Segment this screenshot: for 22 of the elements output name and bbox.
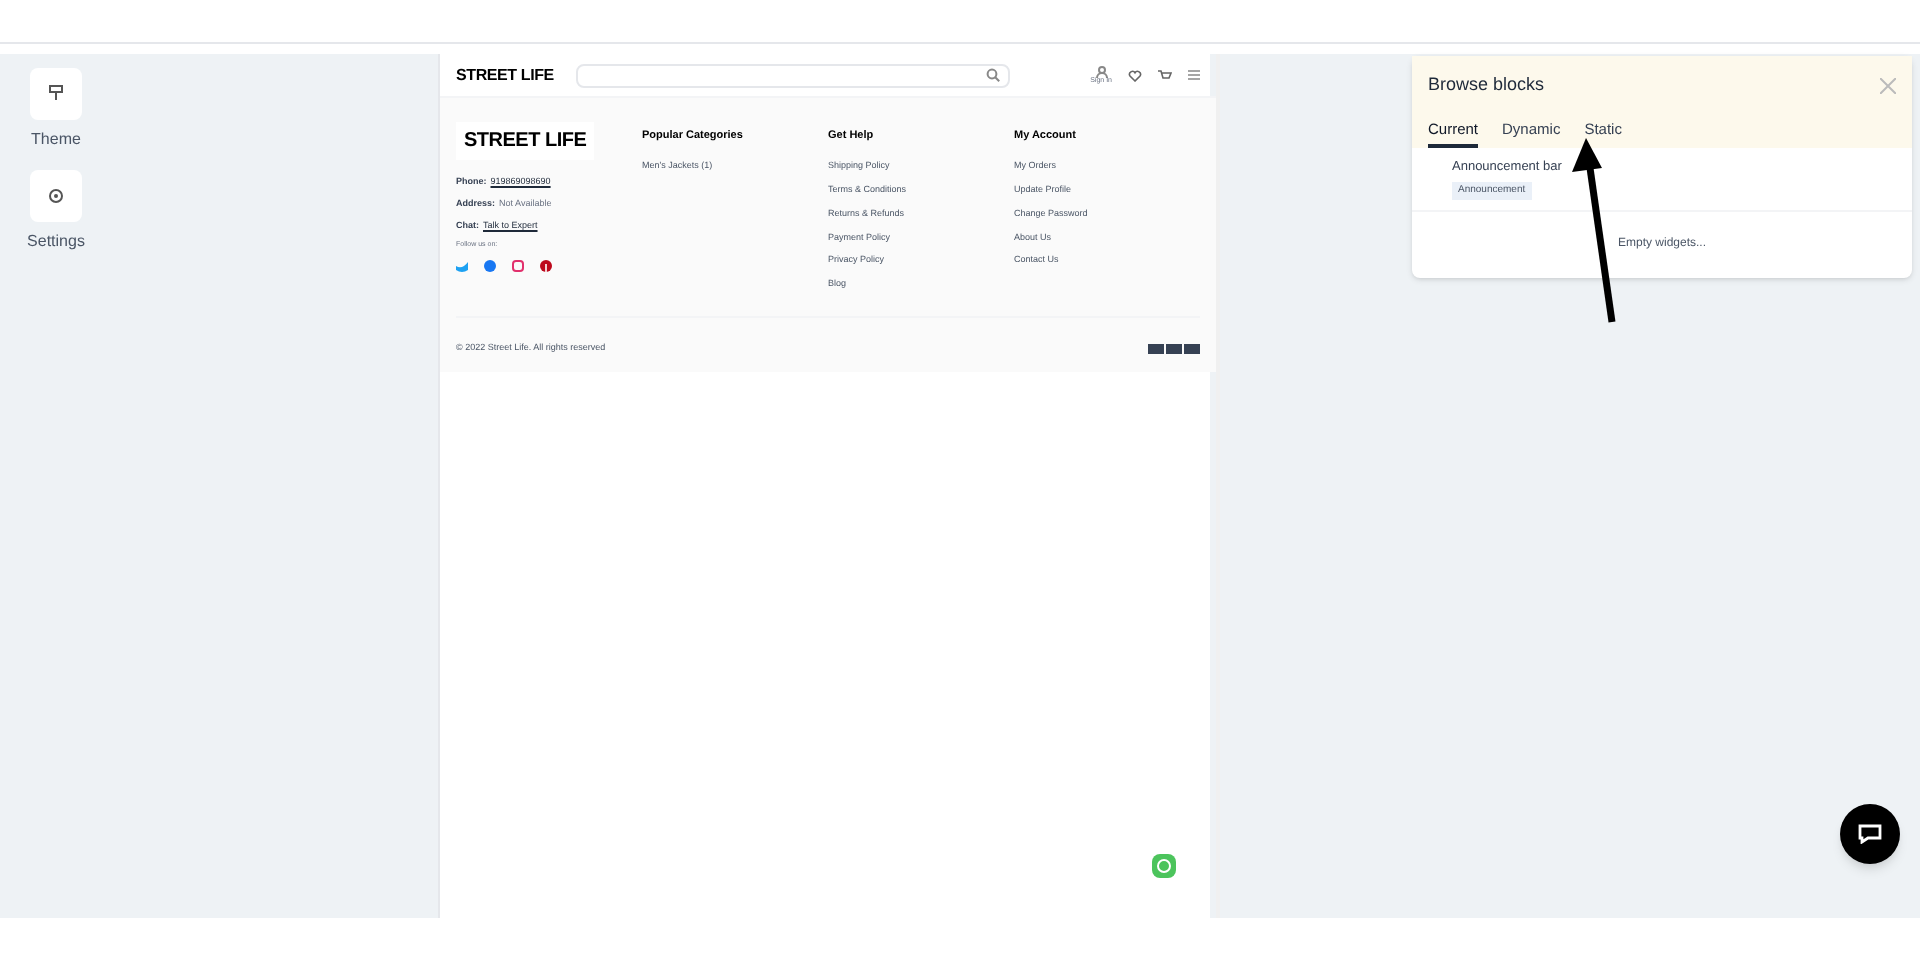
sidebar-label: Settings <box>27 230 85 254</box>
panel-title: Browse blocks <box>1428 72 1545 98</box>
brush-icon <box>46 84 66 104</box>
facebook-icon[interactable] <box>484 259 496 271</box>
user-icon[interactable] <box>1095 65 1108 78</box>
search-icon[interactable] <box>986 68 1001 82</box>
sidebar-label: Theme <box>31 128 81 152</box>
heart-icon[interactable] <box>1128 69 1142 81</box>
cart-icon[interactable] <box>1158 69 1172 81</box>
footer-logo: STREET LIFE <box>456 122 595 160</box>
payment-icons <box>1148 343 1200 354</box>
chat-icon <box>1858 824 1882 844</box>
camera-icon[interactable] <box>512 259 524 271</box>
menu-icon[interactable] <box>1188 70 1200 80</box>
settings-icon <box>46 186 66 206</box>
settings-button[interactable] <box>30 170 82 222</box>
theme-button[interactable] <box>30 68 82 120</box>
logo: STREET LIFE <box>456 63 556 87</box>
search-field[interactable] <box>576 63 1011 87</box>
chat-button[interactable] <box>1840 804 1900 864</box>
whatsapp-icon[interactable] <box>1152 854 1176 878</box>
pinterest-icon[interactable] <box>540 259 552 271</box>
